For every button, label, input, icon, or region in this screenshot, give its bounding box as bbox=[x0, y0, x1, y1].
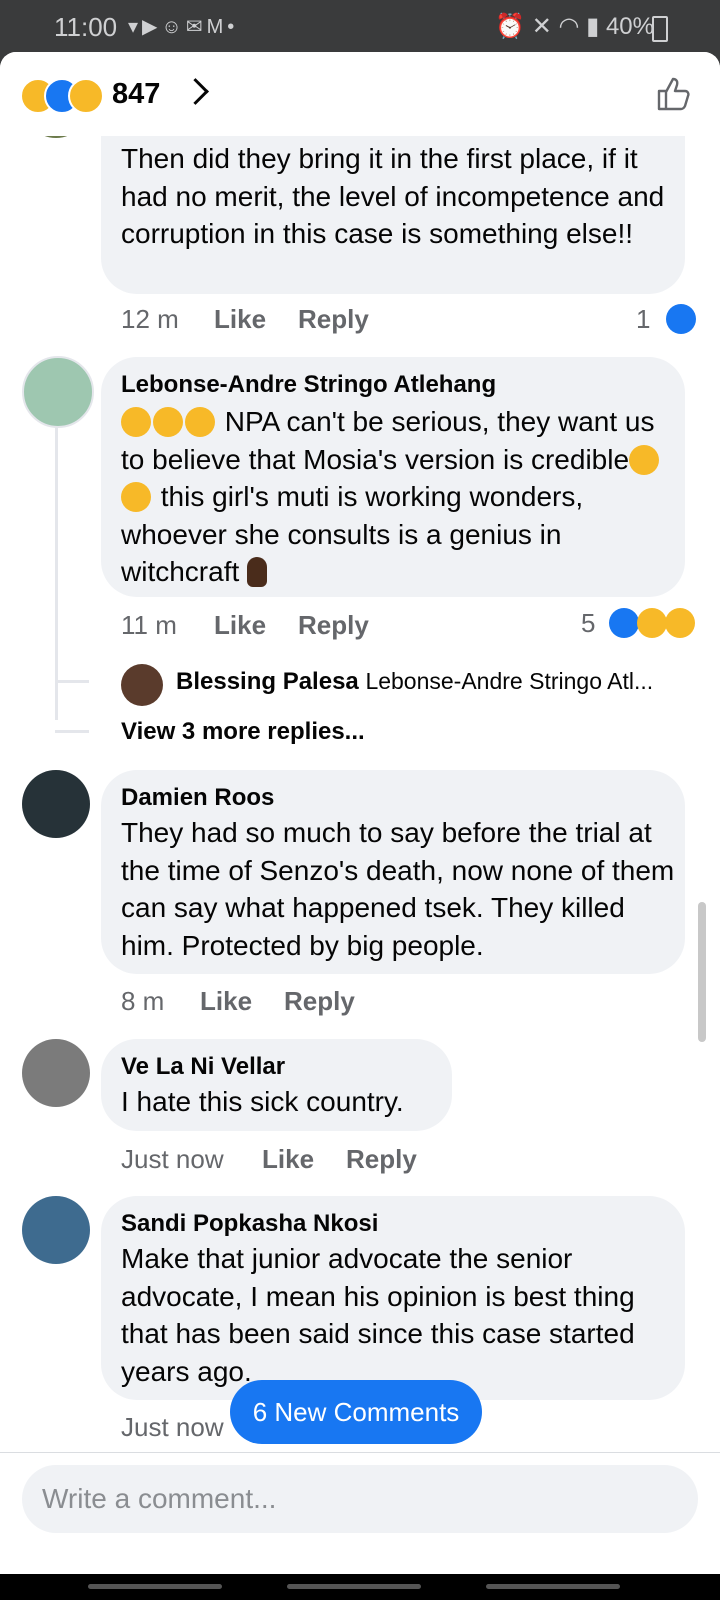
haha-reaction-icon bbox=[636, 608, 667, 638]
comment-bubble[interactable]: Lebonse-Andre Stringo Atlehang NPA can't… bbox=[101, 357, 685, 597]
reply-button[interactable]: Reply bbox=[346, 1144, 417, 1175]
avatar[interactable] bbox=[22, 1196, 90, 1264]
comment-bubble[interactable]: Ve La Ni Vellar I hate this sick country… bbox=[101, 1039, 452, 1131]
comment-author[interactable]: Damien Roos bbox=[121, 784, 274, 812]
nav-back-icon[interactable] bbox=[486, 1584, 620, 1589]
thread-line bbox=[55, 730, 89, 733]
comment-bubble[interactable]: Damien Roos They had so much to say befo… bbox=[101, 770, 685, 974]
status-time: 11:00 bbox=[54, 12, 118, 42]
thread-line bbox=[55, 426, 58, 720]
comment-text: They had so much to say before the trial… bbox=[121, 817, 675, 961]
comments-sheet: 847 Then did they bring it in the first … bbox=[0, 52, 720, 1574]
new-comments-button[interactable]: 6 New Comments bbox=[230, 1380, 482, 1444]
like-button[interactable]: Like bbox=[200, 986, 252, 1017]
wow-reaction-icon bbox=[68, 78, 104, 114]
reactions-header: 847 bbox=[0, 52, 720, 136]
thread-line bbox=[55, 680, 89, 683]
comment-time[interactable]: Just now bbox=[121, 1412, 224, 1443]
like-button[interactable]: Like bbox=[214, 610, 266, 641]
like-reaction-icon bbox=[608, 608, 639, 638]
laughing-emoji-icon bbox=[121, 407, 151, 437]
comment-text: Make that junior advocate the senior adv… bbox=[121, 1243, 635, 1387]
comment-input[interactable]: Write a comment... bbox=[22, 1465, 698, 1533]
comment-composer: Write a comment... bbox=[0, 1452, 720, 1574]
reply-button[interactable]: Reply bbox=[298, 610, 369, 641]
laughing-emoji-icon bbox=[153, 407, 183, 437]
nav-recent-icon[interactable] bbox=[88, 1584, 222, 1589]
comment-time[interactable]: Just now bbox=[121, 1144, 224, 1175]
reply-avatar[interactable] bbox=[121, 664, 163, 706]
like-thumb-icon[interactable] bbox=[656, 76, 692, 112]
scrollbar[interactable] bbox=[698, 902, 706, 1042]
comment-text: I hate this sick country. bbox=[121, 1086, 404, 1117]
view-more-replies[interactable]: View 3 more replies... bbox=[121, 718, 365, 746]
comment-time[interactable]: 8 m bbox=[121, 986, 164, 1017]
reaction-count: 1 bbox=[636, 304, 651, 334]
reply-button[interactable]: Reply bbox=[284, 986, 355, 1017]
avatar[interactable] bbox=[22, 770, 90, 838]
sad-reaction-icon bbox=[664, 608, 695, 638]
reply-text: Lebonse-Andre Stringo Atl... bbox=[365, 668, 654, 694]
system-nav-bar bbox=[0, 1574, 720, 1600]
reply-preview[interactable]: Blessing Palesa Lebonse-Andre Stringo At… bbox=[176, 668, 653, 696]
avatar[interactable] bbox=[22, 356, 94, 428]
battery-percent: 40% bbox=[605, 13, 654, 40]
like-reaction-icon bbox=[665, 304, 696, 334]
notification-icons: ▾▶☺✉M• bbox=[128, 16, 239, 38]
laughing-emoji-icon bbox=[185, 407, 215, 437]
status-bar: 11:00 ▾▶☺✉M• ⏰ ✕ ◠ ▮ 40% bbox=[0, 0, 720, 52]
comment-text-part: this girl's muti is working wonders, who… bbox=[121, 481, 584, 587]
battery-icon bbox=[652, 16, 668, 42]
avatar[interactable] bbox=[22, 1039, 90, 1107]
reply-button[interactable]: Reply bbox=[298, 304, 369, 335]
comment-author[interactable]: Sandi Popkasha Nkosi bbox=[121, 1210, 378, 1238]
comment-time[interactable]: 12 m bbox=[121, 304, 179, 335]
reaction-count: 847 bbox=[112, 78, 161, 110]
flushed-emoji-icon bbox=[121, 482, 151, 512]
reply-author: Blessing Palesa bbox=[176, 668, 359, 695]
flushed-emoji-icon bbox=[629, 444, 660, 475]
comment-time[interactable]: 11 m bbox=[121, 610, 177, 641]
crossed-fingers-emoji-icon bbox=[247, 557, 268, 587]
like-button[interactable]: Like bbox=[262, 1144, 314, 1175]
comment-reactions[interactable]: 1 bbox=[636, 304, 698, 335]
comment-reactions[interactable]: 5 bbox=[581, 608, 697, 639]
comment-text: NPA can't be serious, they want us to be… bbox=[121, 403, 681, 591]
comment-text: Then did they bring it in the first plac… bbox=[121, 143, 665, 249]
signal-icons: ⏰ ✕ ◠ ▮ bbox=[495, 13, 606, 40]
status-right: ⏰ ✕ ◠ ▮ 40% bbox=[495, 12, 654, 41]
chevron-right-icon[interactable] bbox=[182, 78, 209, 105]
comment-author[interactable]: Lebonse-Andre Stringo Atlehang bbox=[121, 371, 496, 399]
nav-home-icon[interactable] bbox=[287, 1584, 421, 1589]
comment-author[interactable]: Ve La Ni Vellar bbox=[121, 1053, 285, 1081]
comment-bubble[interactable]: Sandi Popkasha Nkosi Make that junior ad… bbox=[101, 1196, 685, 1400]
like-button[interactable]: Like bbox=[214, 304, 266, 335]
reaction-count: 5 bbox=[581, 608, 596, 638]
